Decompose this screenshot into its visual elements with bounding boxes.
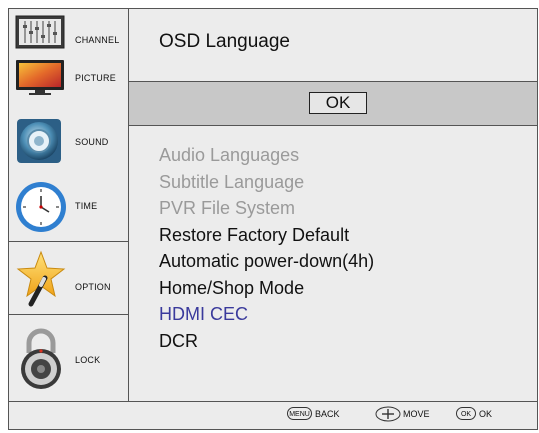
menu-key-icon: MENU bbox=[287, 407, 312, 420]
sidebar-item-option[interactable]: OPTION bbox=[9, 242, 129, 314]
sidebar-item-channel[interactable]: CHANNEL bbox=[9, 9, 129, 55]
menu-item-automatic-power-down[interactable]: Automatic power-down(4h) bbox=[159, 248, 374, 275]
menu-item-restore-factory-default[interactable]: Restore Factory Default bbox=[159, 222, 374, 249]
padlock-icon bbox=[21, 328, 61, 389]
osd-window: CHANNEL PICTURE SOUND TIME OPTION LOCK O… bbox=[8, 8, 538, 430]
menu-item-dcr[interactable]: DCR bbox=[159, 328, 374, 355]
setting-title: OSD Language bbox=[159, 31, 290, 52]
sidebar-item-label: CHANNEL bbox=[75, 35, 120, 45]
menu-item-home-shop-mode[interactable]: Home/Shop Mode bbox=[159, 275, 374, 302]
sidebar-item-label: TIME bbox=[75, 201, 98, 211]
menu-item-subtitle-language: Subtitle Language bbox=[159, 171, 305, 192]
option-menu: Audio Languages Subtitle Language PVR Fi… bbox=[159, 142, 374, 354]
menu-item-hdmi-cec[interactable]: HDMI CEC bbox=[159, 301, 374, 328]
sidebar-item-sound[interactable]: SOUND bbox=[9, 117, 129, 173]
clock-icon bbox=[16, 182, 66, 232]
move-dpad-icon bbox=[375, 406, 401, 422]
star-wand-icon bbox=[16, 250, 66, 307]
menu-item-pvr-file-system: PVR File System bbox=[159, 198, 296, 218]
ok-hint: OK bbox=[479, 409, 493, 419]
sidebar-item-label: OPTION bbox=[75, 282, 111, 292]
channel-grid-icon bbox=[15, 15, 65, 49]
ok-band: OK bbox=[129, 81, 537, 126]
tv-picture-icon bbox=[16, 60, 64, 95]
ok-key-icon: OK bbox=[456, 407, 476, 420]
footer-hints: MENU BACK MOVE OK OK bbox=[9, 401, 537, 429]
sidebar-item-lock[interactable]: LOCK bbox=[9, 315, 129, 401]
sidebar-item-picture[interactable]: PICTURE bbox=[9, 55, 129, 99]
sidebar-item-label: LOCK bbox=[75, 355, 101, 365]
back-hint: BACK bbox=[315, 409, 340, 419]
menu-item-audio-languages: Audio Languages bbox=[159, 145, 300, 165]
sidebar-item-label: PICTURE bbox=[75, 73, 116, 83]
sidebar-item-time[interactable]: TIME bbox=[9, 173, 129, 241]
sidebar-item-label: SOUND bbox=[75, 137, 109, 147]
main-panel: OSD Language OK Audio Languages Subtitle… bbox=[129, 9, 537, 401]
move-hint: MOVE bbox=[403, 409, 430, 419]
sidebar: CHANNEL PICTURE SOUND TIME OPTION LOCK bbox=[9, 9, 129, 401]
ok-button[interactable]: OK bbox=[309, 92, 367, 114]
speaker-icon bbox=[17, 119, 61, 163]
